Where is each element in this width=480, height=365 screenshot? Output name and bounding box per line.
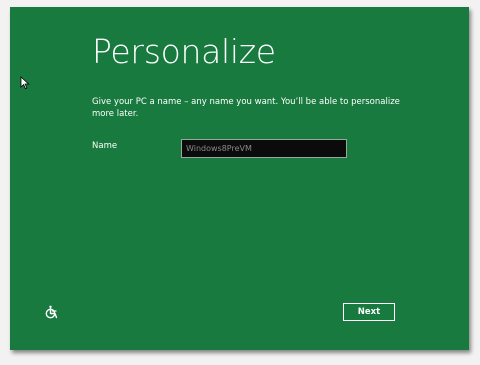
pc-name-input[interactable]	[181, 139, 347, 158]
ease-of-access-icon[interactable]	[44, 305, 59, 320]
next-button[interactable]: Next	[343, 303, 395, 321]
page-description: Give your PC a name – any name you want.…	[92, 97, 400, 119]
setup-screen: Personalize Give your PC a name – any na…	[10, 7, 469, 350]
name-label: Name	[92, 141, 118, 151]
mouse-pointer-icon	[20, 76, 30, 90]
page-title: Personalize	[92, 32, 276, 71]
screenshot-frame: Personalize Give your PC a name – any na…	[0, 0, 480, 365]
